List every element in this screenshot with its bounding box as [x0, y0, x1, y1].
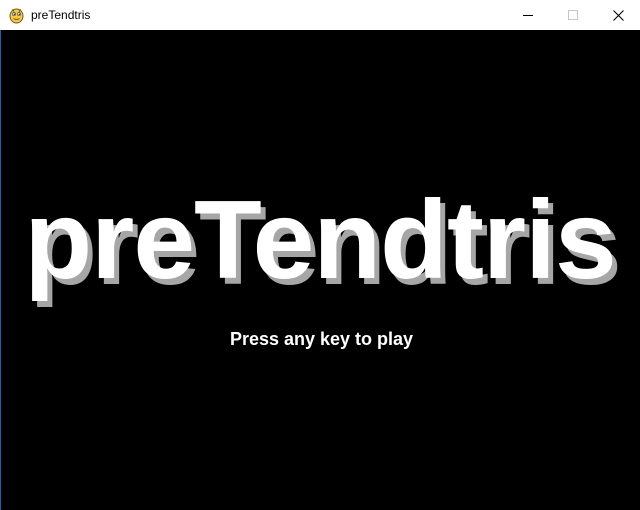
- press-key-prompt: Press any key to play: [229, 329, 414, 349]
- maximize-icon: [568, 10, 578, 20]
- minimize-button[interactable]: [505, 0, 551, 30]
- minimize-icon: [523, 10, 533, 20]
- app-window: preTendtris preTendtris preTendtris Pres…: [0, 0, 640, 510]
- maximize-button[interactable]: [550, 0, 596, 30]
- python-snake-icon[interactable]: [8, 6, 25, 24]
- window-title: preTendtris: [31, 8, 91, 22]
- window-titlebar[interactable]: preTendtris: [0, 0, 640, 30]
- close-icon: [612, 9, 624, 21]
- game-title-text: preTendtris: [24, 178, 616, 302]
- close-button[interactable]: [595, 0, 640, 30]
